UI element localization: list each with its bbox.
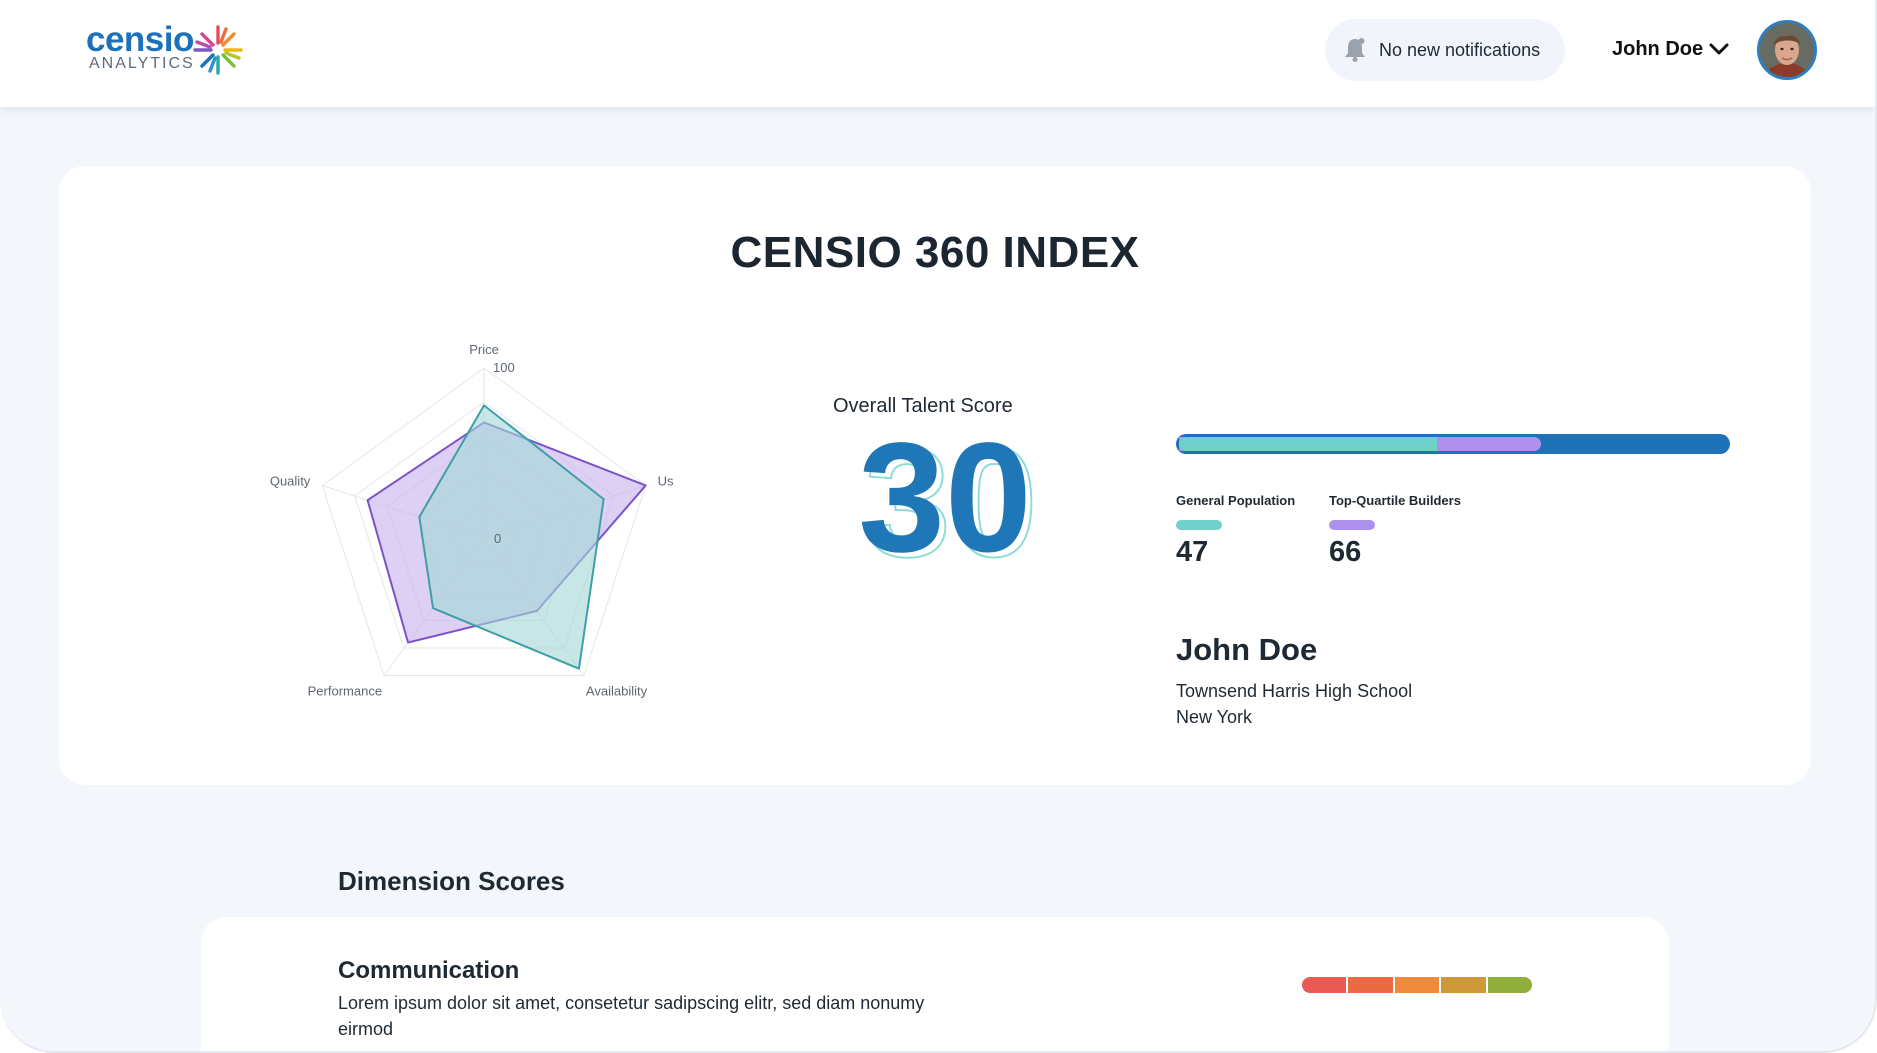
legend-general-population: General Population 47 <box>1176 493 1295 569</box>
legend-general-label: General Population <box>1176 493 1296 508</box>
dimension-score-scale <box>1302 977 1532 993</box>
radar-axis-label-usability: Usability <box>658 473 674 488</box>
legend-top-quartile-label: Top-Quartile Builders <box>1329 493 1461 508</box>
logo-wordmark: censio <box>86 20 194 59</box>
radar-chart: Price Usability Availability Performance Qua… <box>270 342 674 699</box>
dimension-description: Lorem ipsum dolor sit amet, consetetur s… <box>338 993 925 1039</box>
bell-icon <box>1345 38 1365 62</box>
radar-axis-label-performance: Performance <box>308 684 382 699</box>
score-label: Overall Talent Score <box>833 395 1013 417</box>
logo-subtitle: ANALYTICS <box>89 55 195 72</box>
burst-icon <box>193 25 243 75</box>
index-title: CENSIO 360 INDEX <box>730 228 1140 277</box>
comparison-bar <box>1176 434 1730 454</box>
scale-segment-3 <box>1394 977 1442 993</box>
radar-tick-zero: 0 <box>494 531 501 546</box>
dimension-scores-title: Dimension Scores <box>338 866 565 896</box>
person-name: John Doe <box>1176 632 1318 667</box>
dimension-name: Communication <box>338 957 520 984</box>
overall-score: 30 30 <box>858 418 1039 568</box>
radar-tick-max: 100 <box>493 360 515 375</box>
radar-axis-label-availability: Availability <box>586 684 648 699</box>
censio-logo[interactable]: censio ANALYTICS <box>86 20 246 78</box>
app-frame: censio ANALYTICS No new notifications Jo… <box>0 0 1877 1053</box>
svg-text:30: 30 <box>858 418 1032 568</box>
legend-top-quartile: Top-Quartile Builders 66 <box>1329 493 1461 569</box>
avatar[interactable] <box>1757 20 1817 80</box>
legend-top-quartile-swatch <box>1329 520 1375 530</box>
general-population-bar-fill <box>1179 437 1437 451</box>
notifications-pill[interactable]: No new notifications <box>1325 19 1565 81</box>
scale-segment-4 <box>1441 977 1488 993</box>
scale-segment-1 <box>1302 977 1349 993</box>
legend-general-value: 47 <box>1176 536 1209 568</box>
scale-segment-5 <box>1487 977 1532 993</box>
avatar-portrait <box>1760 23 1814 77</box>
index-card: CENSIO 360 INDEX Price Usability Availabil… <box>59 166 1811 785</box>
radar-axis-label-price: Price <box>469 342 499 357</box>
person-city: New York <box>1176 707 1253 727</box>
scale-segment-2 <box>1348 977 1395 993</box>
user-menu-name[interactable]: John Doe <box>1612 38 1703 61</box>
person-school: Townsend Harris High School <box>1176 681 1413 701</box>
radar-axis-label-quality: Quality <box>270 473 311 488</box>
top-header: censio ANALYTICS No new notifications Jo… <box>0 0 1875 107</box>
dimension-card[interactable]: Communication Lorem ipsum dolor sit amet… <box>201 917 1669 1051</box>
legend-top-quartile-value: 66 <box>1329 536 1362 568</box>
legend-general-swatch <box>1176 520 1222 530</box>
chevron-down-icon[interactable] <box>1708 40 1730 58</box>
notifications-text: No new notifications <box>1379 39 1541 60</box>
